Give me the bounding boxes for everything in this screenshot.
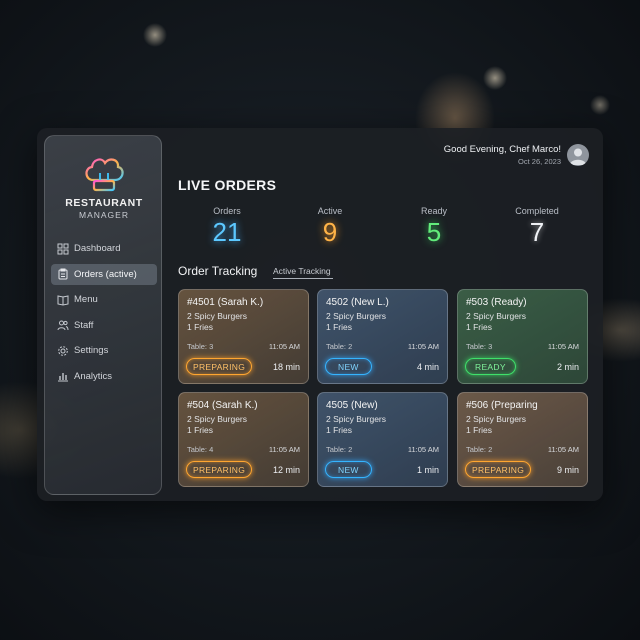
sidebar-item-menu[interactable]: Menu [51,289,157,310]
sidebar-item-label: Dashboard [74,243,121,254]
order-item: 1 Fries [187,321,213,332]
order-title: #503 (Ready) [466,297,527,308]
stat-value: 7 [529,217,545,247]
order-meta: Table: 3 11:05 AM [466,342,579,351]
status-badge[interactable]: NEW [325,461,372,478]
avatar[interactable] [567,144,589,166]
sidebar-item-label: Staff [74,319,94,331]
sidebar: RESTAURANT MANAGER Dashboard Orders (act… [44,135,162,495]
order-tracking-title: Order Tracking [178,264,258,278]
order-item: 1 Fries [326,424,352,435]
order-time: 11:05 AM [407,445,439,454]
order-meta: Table: 2 11:05 AM [466,445,579,454]
order-elapsed: 18 min [272,362,300,372]
brand-name: RESTAURANT [65,197,143,209]
order-time: 11:05 AM [547,445,579,454]
status-badge[interactable]: PREPARING [186,461,253,478]
greeting-date: Oct 26, 2023 [518,157,561,166]
status-badge[interactable]: PREPARING [186,358,253,375]
stat-label: Ready [420,206,447,216]
order-table: Table: 3 [187,342,214,351]
stat-ready: Ready 5 [394,206,474,248]
order-elapsed: 4 min [416,362,439,372]
dashboard-panel: RESTAURANT MANAGER Dashboard Orders (act… [37,128,603,501]
order-card[interactable]: #506 (Preparing 2 Spicy Burgers 1 Fries … [457,392,588,487]
order-item: 2 Spicy Burgers [466,311,526,321]
order-title: #506 (Preparing [466,400,538,411]
bar-chart-icon [57,370,69,382]
gear-icon [57,345,69,357]
order-item: 1 Fries [466,321,492,332]
sidebar-item-label: Settings [74,345,109,356]
user-avatar-icon [570,148,586,165]
order-item: 2 Spicy Burgers [326,414,386,424]
tab-active-tracking[interactable]: Active Tracking [273,266,333,279]
order-time: 11:05 AM [268,445,300,454]
status-badge[interactable]: READY [465,358,516,375]
order-title: 4502 (New L.) [326,297,389,308]
book-icon [57,294,69,306]
sidebar-item-dashboard[interactable]: Dashboard [51,238,157,259]
sidebar-nav: Dashboard Orders (active) Menu Staff Set… [51,238,157,391]
stat-value: 5 [426,217,442,247]
order-time: 11:05 AM [547,342,579,351]
order-table: Table: 2 [326,445,353,454]
stat-label: Orders [213,206,241,216]
brand-logo: RESTAURANT MANAGER [45,154,163,220]
order-item: 1 Fries [187,424,213,435]
order-title: #504 (Sarah K.) [187,400,258,411]
order-meta: Table: 3 11:05 AM [187,342,300,351]
greeting-text: Good Evening, Chef Marco! [443,144,561,155]
stat-orders: Orders 21 [187,206,267,248]
order-item: 2 Spicy Burgers [187,311,247,321]
sidebar-item-analytics[interactable]: Analytics [51,366,157,387]
order-table: Table: 2 [326,342,353,351]
grid-icon [57,243,69,255]
order-table: Table: 2 [466,445,493,454]
order-time: 11:05 AM [268,342,300,351]
sidebar-item-label: Menu [74,294,98,305]
order-table: Table: 3 [466,342,493,351]
sidebar-item-label: Analytics [74,370,113,382]
sidebar-item-orders[interactable]: Orders (active) [51,263,157,285]
users-icon [57,319,69,331]
order-meta: Table: 4 11:05 AM [187,445,300,454]
order-item: 1 Fries [326,321,352,332]
order-elapsed: 9 min [556,465,579,475]
order-card[interactable]: #504 (Sarah K.) 2 Spicy Burgers 1 Fries … [178,392,309,487]
order-item: 2 Spicy Burgers [466,414,526,424]
sidebar-item-staff[interactable]: Staff [51,315,157,336]
stat-completed: Completed 7 [497,206,577,248]
order-item: 2 Spicy Burgers [187,414,247,424]
stat-label: Active [317,206,343,216]
stat-value: 21 [212,217,242,247]
order-title: #4501 (Sarah K.) [187,297,264,308]
order-table: Table: 4 [187,445,214,454]
chef-hat-icon [85,158,124,192]
stat-value: 9 [322,217,338,247]
order-meta: Table: 2 11:05 AM [326,445,439,454]
order-item: 2 Spicy Burgers [326,311,386,321]
order-title: 4505 (New) [326,400,378,411]
status-badge[interactable]: NEW [325,358,372,375]
sidebar-item-settings[interactable]: Settings [51,340,157,361]
order-card[interactable]: 4502 (New L.) 2 Spicy Burgers 1 Fries Ta… [317,289,448,384]
stat-active: Active 9 [290,206,370,248]
order-elapsed: 2 min [556,362,579,372]
order-card[interactable]: #503 (Ready) 2 Spicy Burgers 1 Fries Tab… [457,289,588,384]
order-elapsed: 12 min [272,465,300,475]
order-elapsed: 1 min [416,465,439,475]
sidebar-item-label: Orders (active) [74,268,137,280]
brand-subtitle: MANAGER [79,210,129,220]
page-title: LIVE ORDERS [178,177,277,193]
order-meta: Table: 2 11:05 AM [326,342,439,351]
order-card[interactable]: 4505 (New) 2 Spicy Burgers 1 Fries Table… [317,392,448,487]
stat-label: Completed [515,206,559,216]
order-time: 11:05 AM [407,342,439,351]
status-badge[interactable]: PREPARING [465,461,532,478]
order-card[interactable]: #4501 (Sarah K.) 2 Spicy Burgers 1 Fries… [178,289,309,384]
clipboard-icon [57,268,69,280]
order-item: 1 Fries [466,424,492,435]
greeting-block: Good Evening, Chef Marco! Oct 26, 2023 [444,144,561,166]
